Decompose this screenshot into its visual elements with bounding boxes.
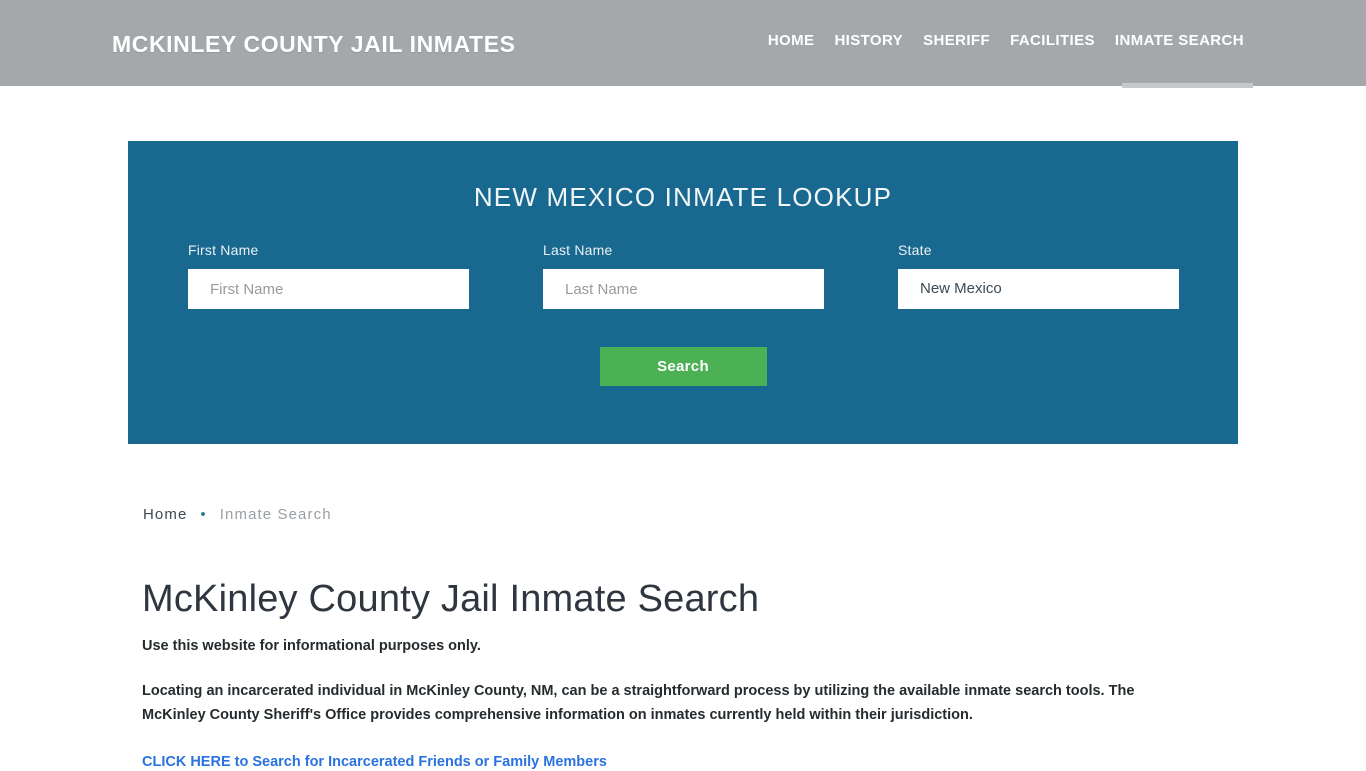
first-name-input[interactable] — [188, 269, 469, 309]
site-header: MCKINLEY COUNTY JAIL INMATES HOME HISTOR… — [0, 0, 1366, 88]
nav-item-inmate-search[interactable]: INMATE SEARCH — [1105, 32, 1254, 49]
state-select[interactable]: New Mexico — [898, 269, 1179, 309]
inmate-search-cta-link[interactable]: CLICK HERE to Search for Incarcerated Fr… — [142, 754, 607, 770]
last-name-field-group: Last Name — [543, 242, 898, 309]
nav-item-sheriff[interactable]: SHERIFF — [913, 32, 1000, 49]
state-label: State — [898, 242, 932, 258]
main-navigation: HOME HISTORY SHERIFF FACILITIES INMATE S… — [758, 32, 1254, 49]
first-name-field-group: First Name — [188, 242, 543, 309]
site-brand-title[interactable]: MCKINLEY COUNTY JAIL INMATES — [112, 31, 516, 58]
search-button[interactable]: Search — [599, 347, 767, 386]
breadcrumb: Home • Inmate Search — [143, 506, 332, 523]
breadcrumb-item-home[interactable]: Home — [143, 506, 187, 523]
description-paragraph: Locating an incarcerated individual in M… — [142, 683, 1135, 723]
nav-item-facilities[interactable]: FACILITIES — [1000, 32, 1105, 49]
active-nav-underline — [1122, 83, 1253, 88]
lookup-fields-row: First Name Last Name State New Mexico — [128, 242, 1238, 309]
inmate-lookup-panel: NEW MEXICO INMATE LOOKUP First Name Last… — [128, 141, 1238, 444]
breadcrumb-separator-icon: • — [200, 506, 207, 523]
search-button-wrapper: Search — [128, 347, 1238, 386]
nav-item-history[interactable]: HISTORY — [824, 32, 913, 49]
last-name-label: Last Name — [543, 242, 613, 258]
last-name-input[interactable] — [543, 269, 824, 309]
breadcrumb-item-current: Inmate Search — [219, 506, 332, 523]
first-name-label: First Name — [188, 242, 259, 258]
main-content: Use this website for informational purpo… — [142, 635, 1192, 771]
page-title: McKinley County Jail Inmate Search — [142, 578, 760, 620]
lookup-panel-title: NEW MEXICO INMATE LOOKUP — [473, 182, 893, 212]
nav-item-home[interactable]: HOME — [758, 32, 825, 49]
disclaimer-paragraph: Use this website for informational purpo… — [142, 638, 481, 654]
state-field-group: State New Mexico — [898, 242, 1179, 309]
